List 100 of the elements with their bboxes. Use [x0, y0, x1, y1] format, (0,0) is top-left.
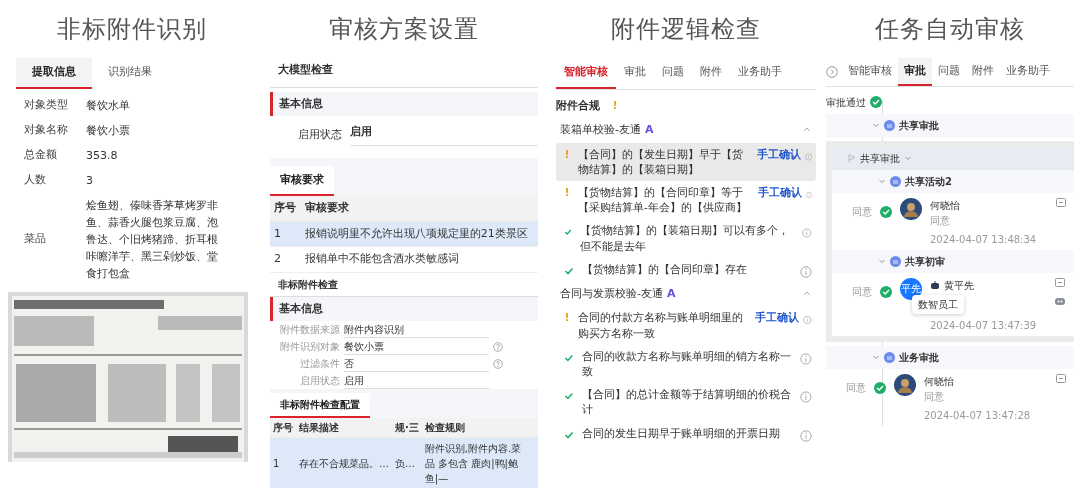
rule-text: 【货物结算】的【合同印章】存在 [581, 261, 748, 277]
table-row[interactable]: 2 报销单中不能包含酒水类敏感词 [270, 246, 538, 272]
info-icon [800, 391, 812, 404]
tab[interactable]: 附件 [692, 58, 730, 89]
check-item[interactable]: 【货物结算】的【装箱日期】可以有多个，但不能是去年 [556, 219, 816, 258]
field-label: 菜品 [24, 231, 47, 248]
rule-text: 【货物结算】的【装箱日期】可以有多个，但不能是去年 [578, 223, 790, 254]
field-label: 启用状态 [299, 374, 341, 388]
avatar [900, 197, 922, 220]
user-name: 何晓怡 [930, 198, 960, 213]
check-item[interactable]: 合同的收款方名称与账单明细的销方名称一致 [556, 344, 816, 384]
field-value: 启用 [350, 124, 538, 146]
field-label: 对象类型 [24, 96, 69, 113]
warning-mark: ! [611, 97, 619, 114]
tab[interactable]: 附件 [966, 58, 1000, 86]
avatar: 平先 [900, 277, 922, 300]
column-header: 结果描述 [296, 418, 392, 438]
check-item[interactable]: 【合同】的总计金额等于结算明细的价税合计 [556, 383, 816, 422]
tab[interactable]: 业务助手 [730, 58, 790, 89]
field-label: 人数 [24, 171, 47, 188]
caret-icon [878, 257, 886, 266]
table-cell: 负… [392, 437, 422, 488]
field-label: 附件识别对象 [279, 340, 341, 354]
tab[interactable]: 提取信息 [16, 58, 92, 89]
confirm-link[interactable]: 手工确认 [755, 310, 800, 327]
ai-label: A [667, 285, 676, 302]
field-value: 附件内容识别 [344, 321, 489, 338]
warning-mark: ! [563, 184, 571, 201]
group-title: 装箱单校验-友通 [560, 122, 641, 138]
node-title: 共享初审 [905, 254, 945, 269]
confirm-link[interactable]: 手工确认 [757, 184, 802, 201]
check-circle-icon [870, 96, 882, 109]
tab[interactable]: 问题 [654, 58, 692, 89]
decision-label: 同意 [851, 204, 872, 219]
field-value: 餐饮小票 [86, 122, 131, 139]
comment-icon [1056, 197, 1066, 208]
rule-text: 【货物结算】的【合同印章】等于【采购结算单-年会】的【供应商】 [577, 184, 748, 216]
ai-label: A [645, 122, 654, 138]
tab[interactable]: 非标附件检查配置 [270, 393, 370, 418]
check-icon [564, 429, 574, 440]
decision-label: 同意 [851, 284, 872, 299]
info-icon [802, 227, 812, 240]
check-item[interactable]: 【货物结算】的【合同印章】存在 [556, 257, 816, 282]
tab[interactable]: 审批 [616, 58, 654, 89]
section-title: 基本信息 [270, 91, 538, 116]
check-item[interactable]: ! 合同的付款方名称与账单明细里的购买方名称一致 手工确认 [556, 306, 816, 345]
info-icon [803, 314, 812, 327]
column-header: 审核要求 [300, 196, 538, 221]
table-cell: 报销单中不能包含酒水类敏感词 [300, 246, 538, 272]
field-value: 餐饮水单 [86, 97, 131, 114]
timestamp: 2024-04-07 13:47:39 [930, 318, 1038, 333]
table-cell: 1 [270, 221, 301, 247]
check-item[interactable]: 合同的发生日期早于账单明细的开票日期 [556, 421, 816, 446]
check-item[interactable]: ! 【合同】的【发生日期】早于【货物结算】的【装箱日期】 手工确认 [556, 142, 816, 181]
check-item[interactable]: ! 【货物结算】的【合同印章】等于【采购结算单-年会】的【供应商】 手工确认 [556, 180, 816, 220]
table-cell: 存在不合规菜品。… [296, 437, 392, 488]
caret-icon [872, 353, 880, 362]
column-header: 序号 [270, 418, 296, 438]
collapse-icon [826, 65, 838, 78]
status-label: 审批通过 [826, 95, 866, 110]
tab[interactable]: 问题 [932, 58, 966, 86]
panel-heading: 审核方案设置 [328, 14, 480, 45]
comment-text: 同意 [930, 213, 951, 228]
node-title: 共享活动2 [905, 174, 952, 189]
rule-text: 合同的收款方名称与账单明细的销方名称一致 [580, 348, 792, 379]
tab[interactable]: 智能审核 [842, 58, 898, 86]
user-name: 何晓怡 [924, 374, 954, 389]
rule-text: 【合同】的总计金额等于结算明细的价税合计 [580, 387, 792, 418]
confirm-link[interactable]: 手工确认 [756, 146, 801, 163]
column-header: 规·三 [392, 418, 422, 438]
rule-text: 【合同】的【发生日期】早于【货物结算】的【装箱日期】 [577, 146, 744, 177]
table-cell: 1 [270, 437, 296, 488]
table-row[interactable]: 1 报销说明里不允许出现八项规定里的21类景区 [270, 221, 538, 247]
column-header: 序号 [270, 196, 301, 221]
node-title: 业务审批 [899, 350, 939, 365]
tab[interactable]: 智能审核 [556, 58, 616, 89]
check-icon [564, 265, 574, 276]
flag-icon [848, 153, 856, 163]
info-icon [800, 265, 812, 278]
tab[interactable]: 业务助手 [1000, 58, 1056, 86]
field-label: 附件数据来源 [279, 323, 341, 337]
field-label: 启用状态 [297, 126, 343, 143]
check-circle-icon [874, 381, 886, 394]
panel-heading: 任务自动审核 [874, 14, 1026, 45]
caret-icon [872, 121, 880, 130]
comment-icon [1056, 373, 1066, 384]
tab[interactable]: 审批 [898, 58, 932, 86]
tab[interactable]: 审核要求 [270, 165, 334, 196]
warning-mark: ! [563, 146, 571, 163]
warning-mark: ! [563, 310, 571, 327]
person-icon [884, 351, 895, 363]
person-icon [884, 119, 895, 131]
panel-title: 大模型检查 [270, 58, 538, 88]
decision-label: 同意 [845, 380, 866, 395]
avatar [894, 373, 916, 396]
field-value: 3 [86, 172, 94, 189]
tab[interactable]: 识别结果 [92, 58, 168, 89]
info-icon [804, 150, 812, 163]
table-row[interactable]: 1 存在不合规菜品。… 负… 附件识别,附件内容.菜品 多包含 鹿肉|鸭|鲍鱼|— [270, 437, 538, 488]
panel-heading: 附件逻辑检查 [610, 14, 762, 45]
